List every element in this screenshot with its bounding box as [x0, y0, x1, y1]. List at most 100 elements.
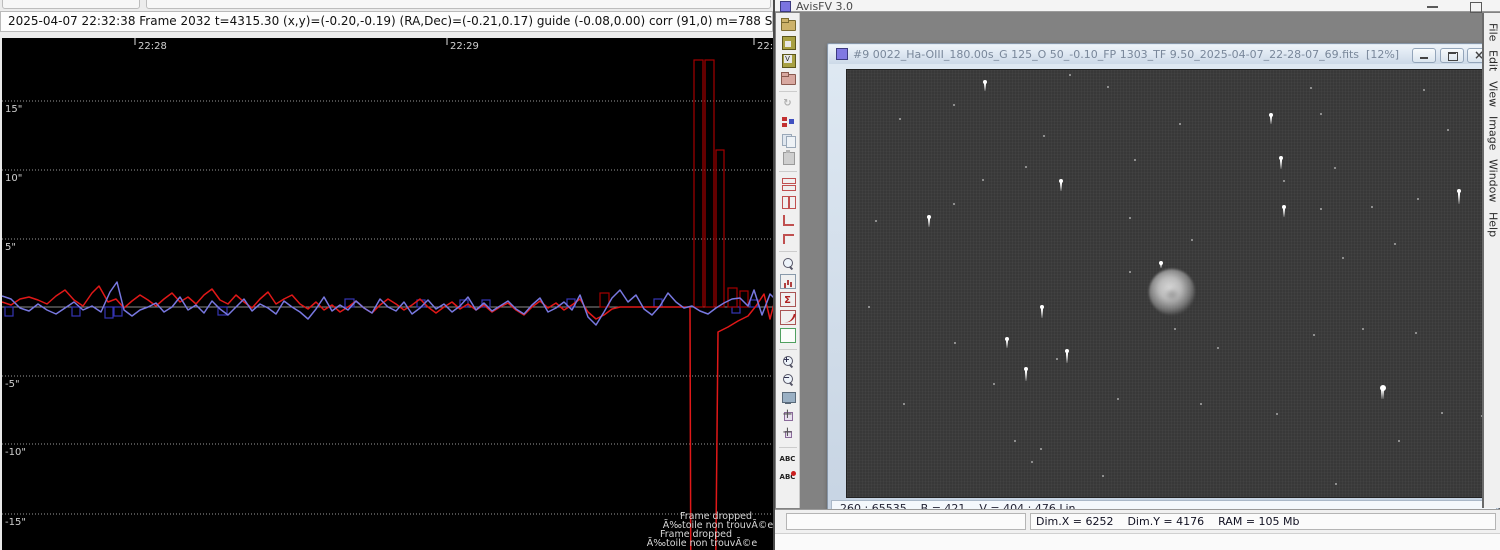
star [903, 403, 905, 405]
star [1031, 461, 1033, 463]
star [1179, 123, 1181, 125]
app-icon [780, 1, 791, 12]
paste-icon[interactable] [780, 150, 796, 165]
star [1423, 89, 1425, 91]
star [1282, 205, 1286, 217]
menu-item-file[interactable]: File [1487, 23, 1500, 41]
preview-icon[interactable] [780, 256, 796, 271]
nebula [1149, 269, 1195, 315]
monitor-icon[interactable] [780, 390, 796, 405]
split-vertical-icon[interactable] [780, 194, 796, 209]
star [927, 215, 931, 227]
star [1043, 135, 1045, 137]
star [1024, 367, 1028, 381]
window-title: AvisFV 3.0 [796, 0, 854, 13]
abc-text-icon[interactable]: ABC [780, 452, 796, 467]
star [1134, 159, 1136, 161]
abc-spellcheck-icon[interactable]: ABC [780, 470, 796, 485]
zoom-in-icon[interactable]: + [780, 354, 796, 369]
ra-pulse [704, 59, 715, 308]
time-tick-label: 22:29 [450, 41, 479, 52]
star [1335, 483, 1337, 485]
fits-image-view[interactable] [846, 69, 1487, 498]
gridline-label: -10" [5, 447, 26, 458]
ra-pulse [727, 287, 738, 308]
guide-panel: 2025-04-07 22:32:38 Frame 2032 t=4315.30… [0, 0, 826, 550]
menu-item-view[interactable]: View [1487, 81, 1500, 107]
star [1279, 156, 1283, 169]
mdi-workspace: #9 0022_Ha-OIII_180.00s_G 125_O 50_-0.10… [800, 13, 1499, 518]
curve-icon[interactable] [779, 310, 796, 325]
fits-image-title: #9 0022_Ha-OIII_180.00s_G 125_O 50_-0.10… [853, 48, 1400, 61]
star [1107, 86, 1109, 88]
new-document-icon[interactable] [779, 328, 796, 343]
star [1102, 475, 1104, 477]
save-as-icon[interactable] [780, 52, 796, 68]
top-window-fragment-left [2, 0, 140, 9]
star [953, 203, 955, 205]
dec-pulse [71, 306, 81, 317]
star [1415, 332, 1417, 334]
menu-item-window[interactable]: Window [1487, 159, 1500, 202]
copy-icon[interactable] [780, 132, 796, 148]
minimize-button[interactable] [1423, 2, 1443, 12]
split-horizontal-icon[interactable] [780, 176, 796, 191]
avisfv-titlebar[interactable]: AvisFV 3.0 [775, 0, 1500, 13]
star [1117, 398, 1119, 400]
star [1398, 440, 1400, 442]
star [868, 306, 870, 308]
corner-top-icon[interactable] [780, 230, 796, 245]
image-minimize-button[interactable] [1412, 48, 1436, 63]
image-restore-button[interactable] [1440, 48, 1464, 63]
star [1129, 271, 1131, 273]
star [1320, 113, 1322, 115]
star [1056, 358, 1058, 360]
star [953, 104, 955, 106]
star [1174, 328, 1176, 330]
star [1059, 179, 1063, 191]
dec-pulse [731, 306, 741, 314]
star [1159, 261, 1163, 268]
top-window-fragment-right [146, 0, 771, 9]
star [1310, 87, 1312, 89]
corner-bottom-icon[interactable] [780, 212, 796, 227]
star [1283, 180, 1285, 182]
zoom-out-icon[interactable]: − [780, 372, 796, 387]
star [1040, 448, 1042, 450]
menu-item-help[interactable]: Help [1487, 212, 1500, 237]
save-icon[interactable] [780, 34, 796, 50]
star [1040, 305, 1044, 318]
guide-status-text: 2025-04-07 22:32:38 Frame 2032 t=4315.30… [0, 11, 826, 32]
star [899, 118, 901, 120]
star [1069, 74, 1071, 76]
star [1276, 413, 1278, 415]
dec-pulse [4, 306, 14, 317]
toolbar-separator [778, 349, 797, 350]
star [1005, 337, 1009, 348]
menu-item-image[interactable]: Image [1487, 116, 1500, 150]
star [1320, 208, 1322, 210]
maximize-button[interactable] [1465, 2, 1485, 13]
guide-graph: 15"10"5"-5"-10"-15"22:2822:2922:30Frame … [0, 38, 773, 550]
sigma-icon[interactable]: Σ [779, 292, 796, 307]
pan-small-icon[interactable] [780, 426, 796, 441]
screen: 2025-04-07 22:32:38 Frame 2032 t=4315.30… [0, 0, 1500, 550]
star [983, 80, 987, 91]
refresh-icon[interactable]: ↻ [780, 96, 796, 111]
star [1457, 189, 1461, 204]
tiles-icon[interactable] [780, 114, 796, 129]
menu-item-edit[interactable]: Edit [1487, 50, 1500, 71]
gridline-label: -15" [5, 517, 26, 528]
folder-icon[interactable] [780, 70, 796, 85]
open-folder-icon[interactable] [780, 16, 796, 31]
vertical-menubar: File Edit View Image Window Help [1482, 13, 1500, 508]
bottom-strip [775, 533, 1500, 550]
gridline-label: 5" [5, 242, 16, 253]
statusbar-panel-empty [786, 513, 1026, 530]
pan-icon[interactable] [780, 408, 796, 423]
ra-pulse [715, 149, 725, 308]
star [1441, 412, 1443, 414]
star [1313, 334, 1315, 336]
histogram-icon[interactable] [779, 274, 796, 289]
fits-image-titlebar[interactable]: #9 0022_Ha-OIII_180.00s_G 125_O 50_-0.10… [829, 45, 1497, 64]
